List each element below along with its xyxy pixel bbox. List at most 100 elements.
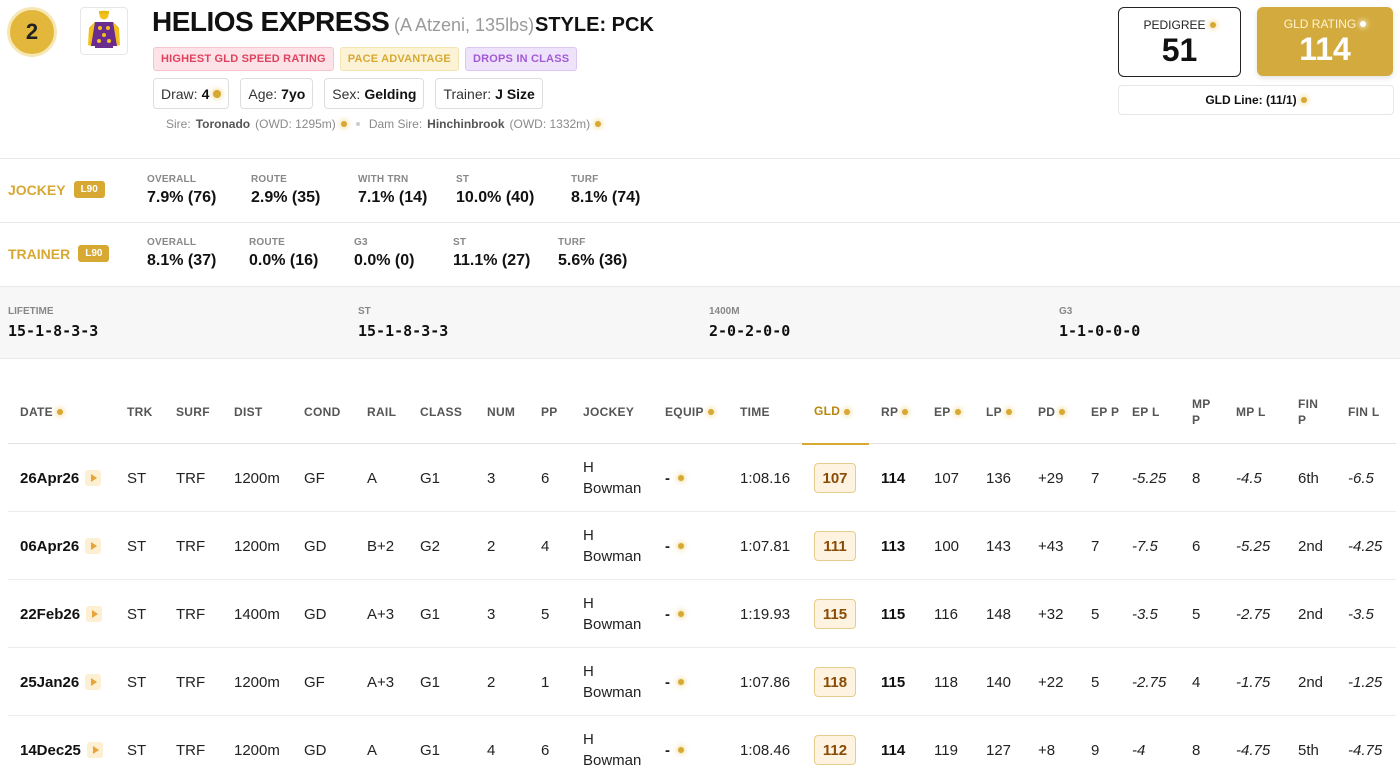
cell-lp: 143 bbox=[986, 537, 1012, 555]
cell-jockey: H Bowman bbox=[583, 663, 642, 701]
info-dot-icon[interactable] bbox=[213, 89, 222, 98]
col-rail[interactable]: RAIL bbox=[367, 380, 396, 444]
col-fin-p[interactable]: FIN P bbox=[1298, 380, 1328, 444]
gld-pill[interactable]: 107 bbox=[814, 463, 856, 493]
pd-info-dot-icon[interactable] bbox=[1059, 409, 1066, 415]
cell-fin-l: -6.5 bbox=[1348, 469, 1374, 487]
dam-sire-info-dot-icon[interactable] bbox=[595, 121, 602, 127]
trainer-stat-route: ROUTE 0.0% (16) bbox=[249, 237, 319, 269]
col-mp-p[interactable]: MP P bbox=[1192, 380, 1222, 444]
col-ep[interactable]: EP bbox=[934, 380, 961, 444]
col-ep-l[interactable]: EP L bbox=[1132, 380, 1160, 444]
ep-info-dot-icon[interactable] bbox=[954, 409, 961, 415]
cell-ep-l: -4 bbox=[1132, 741, 1146, 759]
cell-num: 3 bbox=[487, 469, 496, 487]
col-pd[interactable]: PD bbox=[1038, 380, 1066, 444]
cell-rp: 115 bbox=[881, 605, 906, 623]
col-dist[interactable]: DIST bbox=[234, 380, 263, 444]
lp-info-dot-icon[interactable] bbox=[1005, 409, 1012, 415]
cell-equip: - bbox=[665, 512, 684, 580]
col-pp[interactable]: PP bbox=[541, 380, 558, 444]
cell-lp: 140 bbox=[986, 673, 1012, 691]
form-table-row[interactable]: 14Dec25 ST TRF 1200m GD A G1 4 6 H Bowman… bbox=[8, 716, 1396, 779]
equip-dot-icon[interactable] bbox=[678, 747, 684, 753]
jockey-label: JOCKEY L90 bbox=[8, 181, 105, 198]
replay-play-icon[interactable] bbox=[85, 674, 102, 690]
gld-pill[interactable]: 112 bbox=[814, 735, 856, 765]
gld-pill[interactable]: 118 bbox=[814, 667, 856, 697]
trainer-stat-g3: G3 0.0% (0) bbox=[354, 237, 415, 269]
col-gld[interactable]: GLD bbox=[802, 380, 869, 445]
insight-tags: HIGHEST GLD SPEED RATING PACE ADVANTAGE … bbox=[153, 47, 578, 71]
trainer-stat-overall: OVERALL 8.1% (37) bbox=[147, 237, 217, 269]
cell-pp: 6 bbox=[541, 469, 550, 487]
jockey-stat-with-trn: WITH TRN 7.1% (14) bbox=[358, 174, 428, 206]
cell-rp: 115 bbox=[881, 673, 906, 691]
sire-info-dot-icon[interactable] bbox=[340, 121, 347, 127]
cell-equip: - bbox=[665, 716, 684, 779]
cell-trk: ST bbox=[127, 469, 147, 487]
gld-info-dot-icon[interactable] bbox=[1360, 21, 1367, 27]
cell-rail: A+3 bbox=[367, 605, 395, 623]
replay-play-icon[interactable] bbox=[85, 538, 102, 554]
cell-date: 25Jan26 bbox=[20, 648, 102, 716]
cell-rp: 114 bbox=[881, 741, 906, 759]
runner-info-chips: Draw: 4 Age: 7yo Sex: Gelding Trainer: J… bbox=[153, 78, 543, 109]
replay-play-icon[interactable] bbox=[86, 742, 103, 758]
col-surf[interactable]: SURF bbox=[176, 380, 210, 444]
col-mp-l[interactable]: MP L bbox=[1236, 380, 1266, 444]
cell-fin-p: 2nd bbox=[1298, 605, 1324, 623]
gld-pill[interactable]: 115 bbox=[814, 599, 856, 629]
trainer-stat-turf: TURF 5.6% (36) bbox=[558, 237, 628, 269]
col-fin-l[interactable]: FIN L bbox=[1348, 380, 1380, 444]
cell-time: 1:19.93 bbox=[740, 605, 791, 623]
gld-line-info-dot-icon[interactable] bbox=[1300, 97, 1307, 103]
equip-dot-icon[interactable] bbox=[678, 679, 684, 685]
form-table-row[interactable]: 25Jan26 ST TRF 1200m GF A+3 G1 2 1 H Bowm… bbox=[8, 648, 1396, 716]
col-time[interactable]: TIME bbox=[740, 380, 770, 444]
cell-time: 1:07.81 bbox=[740, 537, 791, 555]
equip-dot-icon[interactable] bbox=[678, 611, 684, 617]
separator-dot bbox=[355, 122, 360, 126]
col-num[interactable]: NUM bbox=[487, 380, 515, 444]
gld-rating-box: GLD RATING 114 bbox=[1257, 7, 1393, 76]
cell-fin-l: -1.25 bbox=[1348, 673, 1383, 691]
col-lp[interactable]: LP bbox=[986, 380, 1012, 444]
cell-ep: 118 bbox=[934, 673, 958, 691]
form-table-row[interactable]: 06Apr26 ST TRF 1200m GD B+2 G2 2 4 H Bowm… bbox=[8, 512, 1396, 580]
equip-dot-icon[interactable] bbox=[678, 475, 684, 481]
cell-fin-p: 2nd bbox=[1298, 537, 1324, 555]
cell-date: 14Dec25 bbox=[20, 716, 103, 779]
col-equip[interactable]: EQUIP bbox=[665, 380, 714, 444]
gld-rating-value: 114 bbox=[1299, 31, 1351, 67]
form-table-row[interactable]: 26Apr26 ST TRF 1200m GF A G1 3 6 H Bowman… bbox=[8, 444, 1396, 512]
replay-play-icon[interactable] bbox=[85, 470, 102, 486]
gld-pill[interactable]: 111 bbox=[814, 531, 856, 561]
cell-dist: 1200m bbox=[234, 469, 280, 487]
cell-time: 1:08.16 bbox=[740, 469, 791, 487]
col-ep-p[interactable]: EP P bbox=[1091, 380, 1121, 444]
date-info-dot-icon[interactable] bbox=[56, 409, 63, 415]
sire-line: Sire: Toronado (OWD: 1295m) Dam Sire: Hinch… bbox=[166, 117, 602, 131]
cell-equip: - bbox=[665, 648, 684, 716]
col-class[interactable]: CLASS bbox=[420, 380, 462, 444]
form-table-row[interactable]: 22Feb26 ST TRF 1400m GD A+3 G1 3 5 H Bowm… bbox=[8, 580, 1396, 648]
col-cond[interactable]: COND bbox=[304, 380, 341, 444]
equip-dot-icon[interactable] bbox=[678, 543, 684, 549]
pedigree-info-dot-icon[interactable] bbox=[1209, 22, 1216, 28]
cell-jockey: H Bowman bbox=[583, 459, 642, 497]
gld-col-info-dot-icon[interactable] bbox=[844, 408, 851, 415]
equip-info-dot-icon[interactable] bbox=[707, 409, 714, 415]
form-table: DATE TRK SURF DIST COND RAIL CLASS NUM P… bbox=[8, 380, 1396, 779]
col-rp[interactable]: RP bbox=[881, 380, 909, 444]
col-jockey[interactable]: JOCKEY bbox=[583, 380, 634, 444]
col-date[interactable]: DATE bbox=[20, 380, 63, 444]
replay-play-icon[interactable] bbox=[86, 606, 103, 622]
cell-trk: ST bbox=[127, 605, 147, 623]
jockey-stat-turf: TURF 8.1% (74) bbox=[571, 174, 641, 206]
record-lifetime: LIFETIME 15-1-8-3-3 bbox=[8, 306, 99, 340]
chip-draw[interactable]: Draw: 4 bbox=[153, 78, 230, 109]
jockey-stats-row: JOCKEY L90 OVERALL 7.9% (76) ROUTE 2.9% (3… bbox=[0, 158, 1400, 222]
col-trk[interactable]: TRK bbox=[127, 380, 153, 444]
rp-info-dot-icon[interactable] bbox=[902, 409, 909, 415]
